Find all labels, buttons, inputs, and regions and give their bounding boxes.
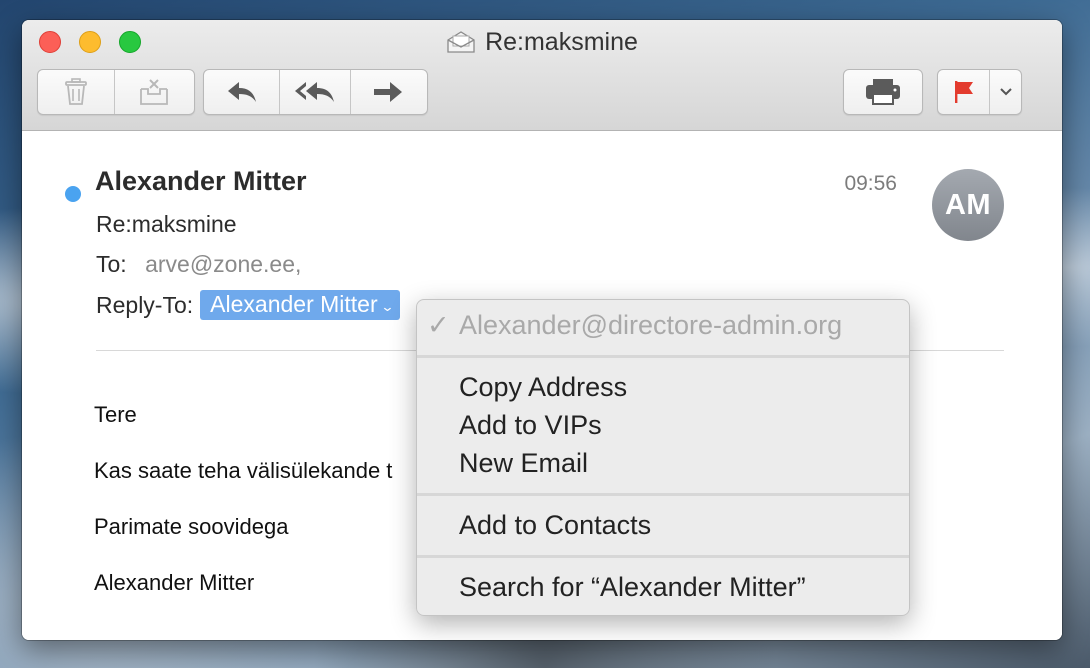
reply-to-name: Alexander Mitter xyxy=(210,291,378,317)
reply-button[interactable] xyxy=(204,70,280,114)
flag-menu-button[interactable] xyxy=(990,70,1021,114)
chevron-down-icon xyxy=(999,88,1012,96)
body-line-greeting: Tere xyxy=(94,402,137,427)
reply-to-address-token[interactable]: Alexander Mitter ⌄ xyxy=(200,290,400,320)
title-bar: Re:maksmine xyxy=(22,20,1062,131)
menu-separator xyxy=(417,493,909,496)
window-title: Re:maksmine xyxy=(485,27,638,56)
menu-separator xyxy=(417,355,909,358)
reply-all-arrow-icon xyxy=(295,82,334,102)
chevron-down-icon: ⌄ xyxy=(379,298,395,314)
flag-button[interactable] xyxy=(938,70,990,114)
sender-avatar: AM xyxy=(932,169,1004,241)
reply-all-button[interactable] xyxy=(280,70,351,114)
delete-junk-button-group xyxy=(37,69,195,115)
window-title-area: Re:maksmine xyxy=(22,26,1062,58)
forward-arrow-icon xyxy=(374,82,402,102)
menu-item-selected-address: Alexander@directore-admin.org xyxy=(459,310,843,340)
menu-item-new-email[interactable]: New Email xyxy=(459,448,588,479)
message-subject: Re:maksmine xyxy=(96,211,237,237)
delete-button[interactable] xyxy=(38,70,115,114)
to-row: To: arve@zone.ee, xyxy=(96,251,301,278)
sender-name[interactable]: Alexander Mitter xyxy=(95,166,307,197)
reply-to-row: Reply-To: Alexander Mitter ⌄ xyxy=(96,290,400,320)
body-line-request: Kas saate teha välisülekande t xyxy=(94,458,393,483)
envelope-open-icon xyxy=(447,31,475,53)
message-time: 09:56 xyxy=(844,172,897,195)
checkmark-icon: ✓ xyxy=(427,310,450,340)
menu-item-copy-address[interactable]: Copy Address xyxy=(459,372,627,403)
menu-separator xyxy=(417,555,909,558)
to-label: To: xyxy=(96,251,127,277)
printer-icon xyxy=(866,79,900,105)
reply-forward-button-group xyxy=(203,69,428,115)
forward-button[interactable] xyxy=(351,70,425,114)
flag-button-group xyxy=(937,69,1022,115)
body-line-signature: Alexander Mitter xyxy=(94,570,255,595)
print-button[interactable] xyxy=(844,70,922,114)
to-address[interactable]: arve@zone.ee, xyxy=(145,251,301,277)
reply-arrow-icon xyxy=(227,82,256,102)
junk-tray-icon xyxy=(139,79,168,105)
menu-item-search-for[interactable]: Search for “Alexander Mitter” xyxy=(459,572,806,603)
body-line-closing: Parimate soovidega xyxy=(94,514,289,539)
print-button-group xyxy=(843,69,923,115)
menu-item-add-to-contacts[interactable]: Add to Contacts xyxy=(459,510,651,541)
reply-to-label: Reply-To: xyxy=(96,291,194,318)
address-context-menu: ✓ Alexander@directore-admin.org Copy Add… xyxy=(416,299,910,616)
flag-icon xyxy=(954,81,973,103)
trash-icon xyxy=(65,78,87,105)
unread-indicator xyxy=(65,186,81,202)
junk-button[interactable] xyxy=(115,70,192,114)
menu-item-add-to-vips[interactable]: Add to VIPs xyxy=(459,410,602,441)
